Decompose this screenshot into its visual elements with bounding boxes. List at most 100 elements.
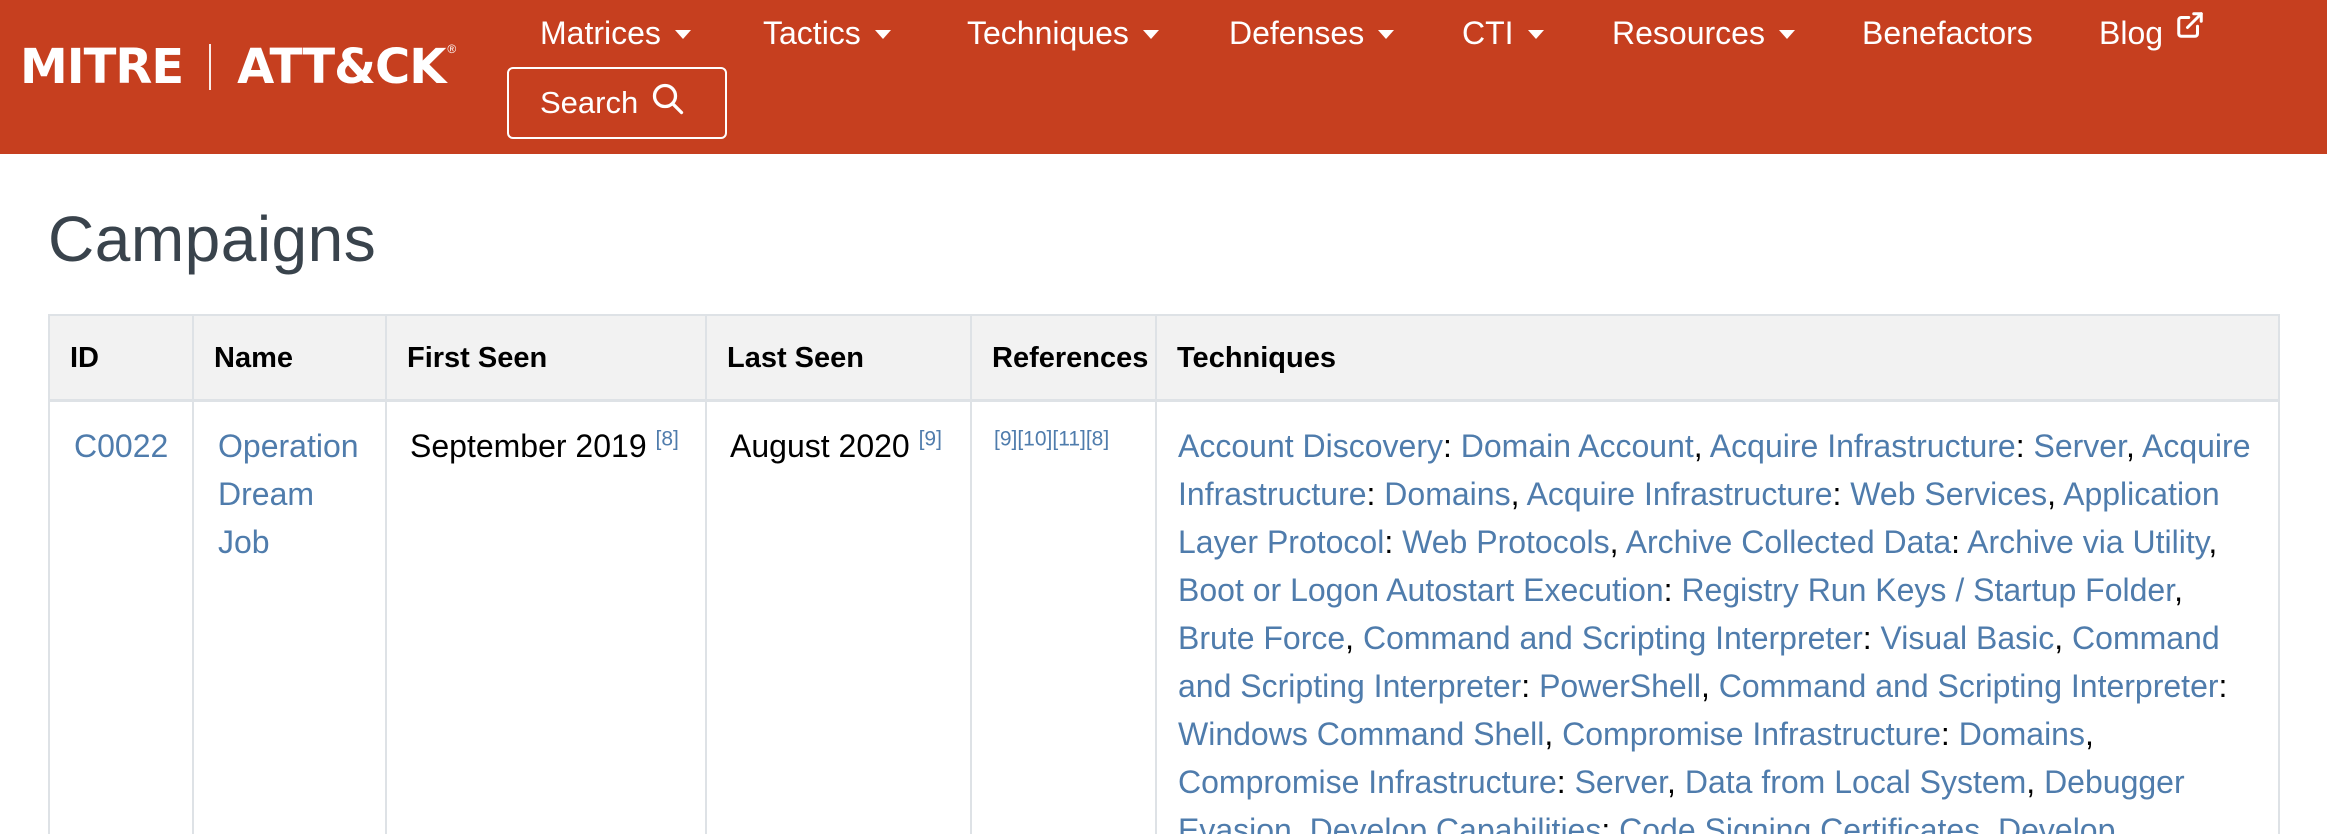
- technique-separator: ,: [2174, 572, 2183, 608]
- references-cell: [9][10][11][8]: [994, 422, 1109, 470]
- campaigns-table: ID Name First Seen Last Seen References …: [48, 314, 2280, 834]
- nav-resources-label: Resources: [1612, 14, 1765, 51]
- technique-separator: :: [2015, 428, 2034, 464]
- technique-separator: ,: [1693, 428, 1710, 464]
- technique-link[interactable]: Domains: [1959, 716, 2085, 752]
- nav-tactics-label: Tactics: [763, 14, 861, 51]
- column-header-techniques[interactable]: Techniques: [1177, 342, 1336, 375]
- technique-separator: ,: [1345, 620, 1363, 656]
- technique-link[interactable]: Debugger: [2044, 764, 2185, 800]
- technique-link[interactable]: Boot or Logon Autostart Execution: [1178, 572, 1664, 608]
- search-button-label: Search: [540, 85, 639, 120]
- technique-separator: ,: [1510, 476, 1527, 512]
- nav-matrices[interactable]: Matrices: [540, 10, 691, 56]
- technique-link[interactable]: Domains: [1384, 476, 1510, 512]
- technique-separator: ,: [2208, 524, 2218, 560]
- techniques-line: Brute Force, Command and Scripting Inter…: [1178, 614, 2268, 662]
- technique-separator: ,: [2047, 476, 2064, 512]
- techniques-line: and Scripting Interpreter: PowerShell, C…: [1178, 662, 2268, 710]
- technique-link[interactable]: Windows Command Shell: [1178, 716, 1544, 752]
- technique-link[interactable]: Evasion: [1178, 812, 1292, 834]
- technique-link[interactable]: Data from Local System: [1685, 764, 2026, 800]
- technique-link[interactable]: Account Discovery: [1178, 428, 1443, 464]
- technique-link[interactable]: Archive Collected Data: [1626, 524, 1951, 560]
- nav-tactics[interactable]: Tactics: [763, 10, 891, 56]
- technique-link[interactable]: Develop Capabilities: [1310, 812, 1602, 834]
- technique-link[interactable]: Compromise Infrastructure: [1562, 716, 1941, 752]
- campaign-name-line[interactable]: Operation: [218, 422, 368, 470]
- technique-separator: ,: [1544, 716, 1563, 752]
- technique-link[interactable]: Command and Scripting Interpreter: [1363, 620, 1863, 656]
- nav-blog[interactable]: Blog: [2099, 10, 2205, 56]
- techniques-line: Infrastructure: Domains, Acquire Infrast…: [1178, 470, 2268, 518]
- column-header-id[interactable]: ID: [70, 342, 99, 375]
- campaign-name-link[interactable]: Operation Dream Job: [218, 422, 368, 566]
- technique-link[interactable]: Command: [2072, 620, 2220, 656]
- nav-benefactors[interactable]: Benefactors: [1862, 10, 2033, 56]
- column-header-first-seen[interactable]: First Seen: [407, 342, 547, 375]
- technique-link[interactable]: Visual Basic: [1881, 620, 2055, 656]
- nav-benefactors-label: Benefactors: [1862, 14, 2033, 51]
- chevron-down-icon: [1378, 29, 1395, 39]
- search-button[interactable]: Search: [507, 67, 727, 139]
- technique-link[interactable]: Server: [2033, 428, 2125, 464]
- mitre-attack-logo[interactable]: MITRE ATT&CK ®: [20, 38, 456, 96]
- chevron-down-icon: [874, 29, 891, 39]
- column-header-last-seen[interactable]: Last Seen: [727, 342, 864, 375]
- technique-link[interactable]: Application: [2063, 476, 2220, 512]
- nav-cti[interactable]: CTI: [1462, 10, 1544, 56]
- campaign-name-line[interactable]: Dream: [218, 470, 368, 518]
- technique-link[interactable]: PowerShell: [1539, 668, 1701, 704]
- technique-link[interactable]: Code Signing Certificates: [1619, 812, 1980, 834]
- technique-link[interactable]: Command and Scripting Interpreter: [1719, 668, 2219, 704]
- technique-separator: :: [1366, 476, 1385, 512]
- references-links[interactable]: [9][10][11][8]: [994, 427, 1109, 450]
- column-header-references[interactable]: References: [992, 342, 1148, 375]
- technique-separator: ,: [1700, 668, 1719, 704]
- last-seen-value: August 2020: [730, 428, 910, 464]
- techniques-line: Evasion, Develop Capabilities: Code Sign…: [1178, 806, 2268, 834]
- technique-separator: :: [1556, 764, 1575, 800]
- technique-link[interactable]: Web Services: [1850, 476, 2047, 512]
- logo-attck-text: ATT&CK: [237, 39, 446, 95]
- technique-link[interactable]: Develop: [1998, 812, 2115, 834]
- technique-link[interactable]: Registry Run Keys / Startup Folder: [1681, 572, 2174, 608]
- campaign-name-line[interactable]: Job: [218, 518, 368, 566]
- column-divider: [385, 316, 387, 834]
- technique-link[interactable]: Compromise Infrastructure: [1178, 764, 1557, 800]
- technique-link[interactable]: Infrastructure: [1178, 476, 1367, 512]
- campaign-id-link[interactable]: C0022: [74, 422, 168, 470]
- technique-link[interactable]: Layer Protocol: [1178, 524, 1384, 560]
- technique-separator: :: [1601, 812, 1620, 834]
- technique-link[interactable]: Brute Force: [1178, 620, 1345, 656]
- technique-link[interactable]: Server: [1575, 764, 1667, 800]
- technique-link[interactable]: Acquire Infrastructure: [1527, 476, 1833, 512]
- nav-defenses[interactable]: Defenses: [1229, 10, 1395, 56]
- first-seen-value: September 2019: [410, 428, 647, 464]
- logo-mitre-text: MITRE: [20, 39, 184, 95]
- column-header-name[interactable]: Name: [214, 342, 293, 375]
- technique-separator: ,: [1667, 764, 1685, 800]
- technique-link[interactable]: Archive via Utility: [1967, 524, 2208, 560]
- technique-link[interactable]: and Scripting Interpreter: [1178, 668, 1521, 704]
- technique-separator: ,: [2054, 620, 2073, 656]
- technique-link[interactable]: Web Protocols: [1402, 524, 1610, 560]
- last-seen-cell: August 2020 [9]: [730, 422, 942, 470]
- technique-link[interactable]: Domain Account: [1461, 428, 1694, 464]
- technique-separator: :: [1862, 620, 1881, 656]
- technique-separator: :: [1384, 524, 1403, 560]
- chevron-down-icon: [1778, 29, 1795, 39]
- chevron-down-icon: [1527, 29, 1544, 39]
- last-seen-reference[interactable]: [9]: [919, 427, 942, 450]
- top-navbar: MITRE ATT&CK ® Matrices Tactics Techniqu…: [0, 0, 2327, 154]
- technique-link[interactable]: Acquire Infrastructure: [1710, 428, 2016, 464]
- first-seen-reference[interactable]: [8]: [656, 427, 679, 450]
- chevron-down-icon: [1142, 29, 1159, 39]
- technique-separator: :: [1832, 476, 1851, 512]
- technique-separator: :: [1521, 668, 1540, 704]
- nav-resources[interactable]: Resources: [1612, 10, 1795, 56]
- nav-matrices-label: Matrices: [540, 14, 661, 51]
- first-seen-cell: September 2019 [8]: [410, 422, 679, 470]
- nav-techniques[interactable]: Techniques: [967, 10, 1159, 56]
- technique-link[interactable]: Acquire: [2142, 428, 2251, 464]
